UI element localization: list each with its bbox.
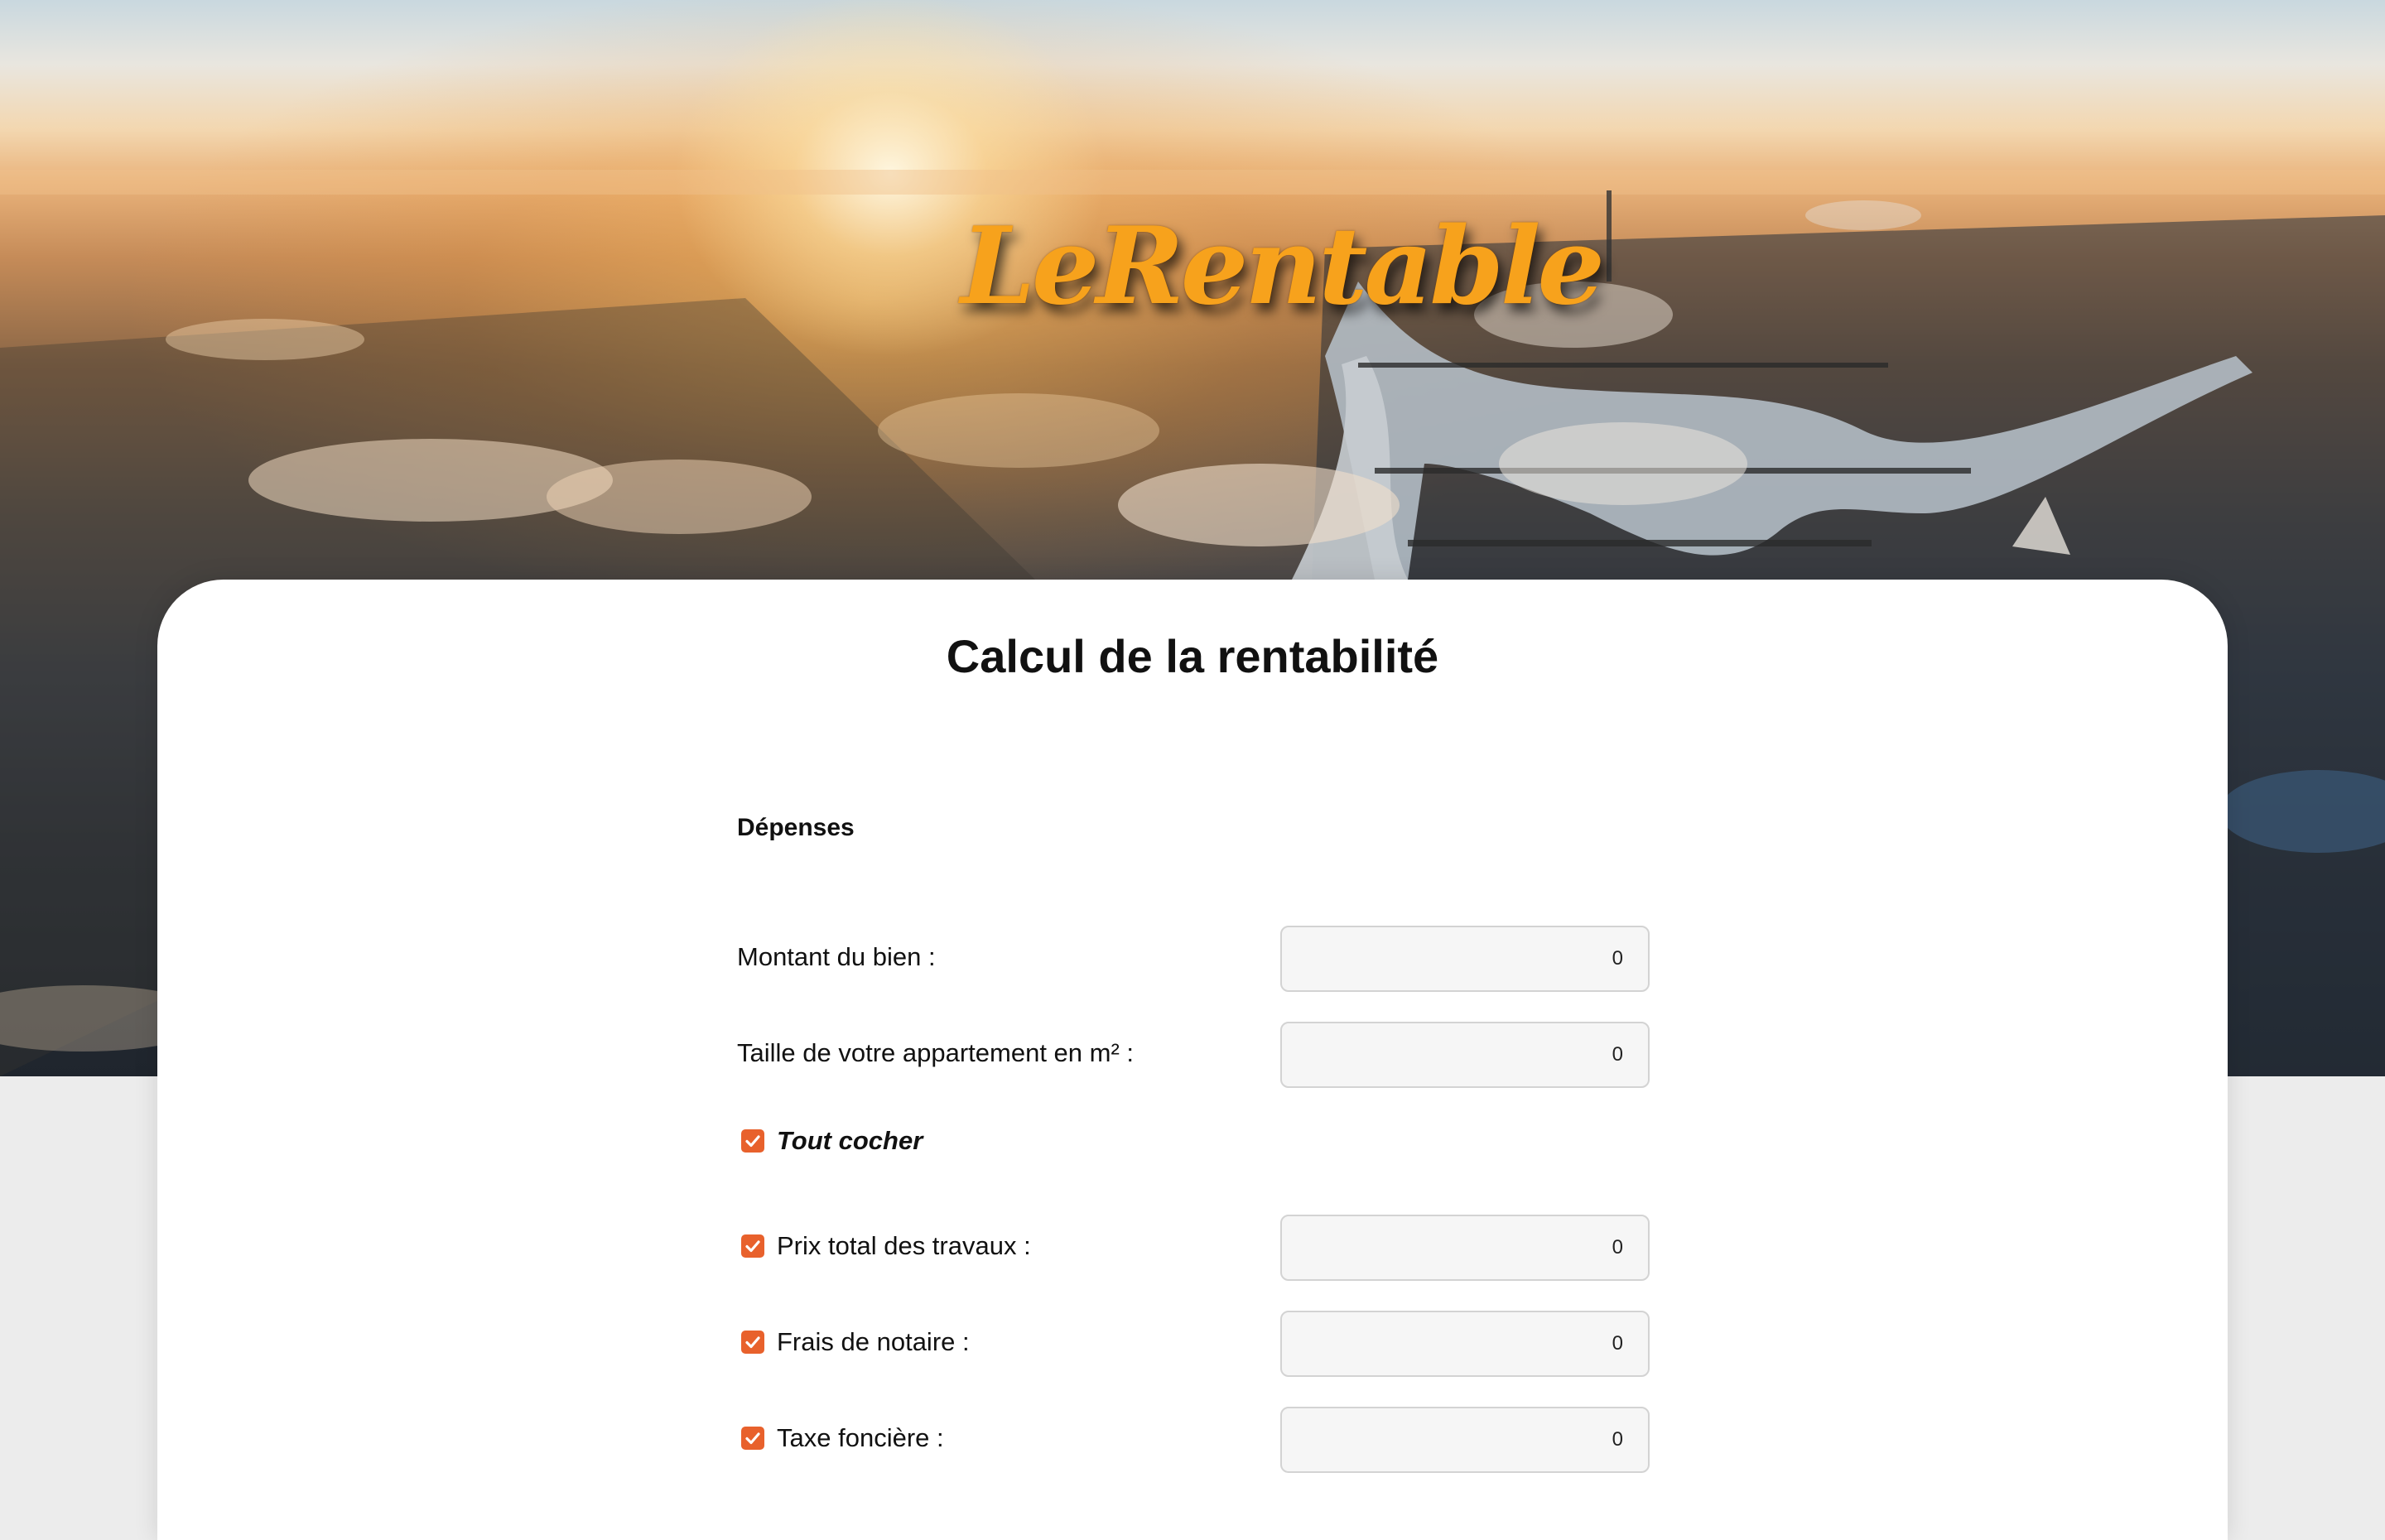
works-input[interactable]: 0 bbox=[1280, 1215, 1650, 1281]
property-tax-checkbox[interactable] bbox=[741, 1427, 764, 1450]
works-checkbox[interactable] bbox=[741, 1234, 764, 1258]
property-tax-input[interactable]: 0 bbox=[1280, 1407, 1650, 1473]
amount-input[interactable]: 0 bbox=[1280, 926, 1650, 992]
notary-row: Frais de notaire : 0 bbox=[737, 1311, 1814, 1377]
checkmark-icon bbox=[745, 1336, 760, 1349]
property-tax-label[interactable]: Taxe foncière : bbox=[777, 1423, 944, 1453]
checkmark-icon bbox=[745, 1432, 760, 1445]
works-label[interactable]: Prix total des travaux : bbox=[777, 1231, 1031, 1261]
site-logo[interactable]: LeRentable bbox=[961, 192, 1605, 341]
notary-input[interactable]: 0 bbox=[1280, 1311, 1650, 1377]
notary-label[interactable]: Frais de notaire : bbox=[777, 1327, 970, 1357]
works-row: Prix total des travaux : 0 bbox=[737, 1215, 1814, 1281]
checkmark-icon bbox=[745, 1240, 760, 1253]
check-all-row: Tout cocher bbox=[737, 1109, 1814, 1176]
check-all-checkbox[interactable] bbox=[741, 1129, 764, 1153]
check-all-label[interactable]: Tout cocher bbox=[777, 1126, 923, 1156]
checkmark-icon bbox=[745, 1135, 760, 1148]
page-title: Calcul de la rentabilité bbox=[946, 630, 1439, 682]
property-tax-row: Taxe foncière : 0 bbox=[737, 1407, 1814, 1473]
amount-label: Montant du bien : bbox=[737, 942, 936, 971]
size-input[interactable]: 0 bbox=[1280, 1022, 1650, 1088]
amount-row: Montant du bien : 0 bbox=[737, 926, 1814, 992]
size-row: Taille de votre appartement en m² : 0 bbox=[737, 1022, 1814, 1088]
size-label: Taille de votre appartement en m² : bbox=[737, 1038, 1135, 1067]
notary-checkbox[interactable] bbox=[741, 1331, 764, 1354]
calculator-card: Calcul de la rentabilité Dépenses Montan… bbox=[157, 580, 2228, 1540]
section-title-expenses: Dépenses bbox=[737, 814, 855, 841]
